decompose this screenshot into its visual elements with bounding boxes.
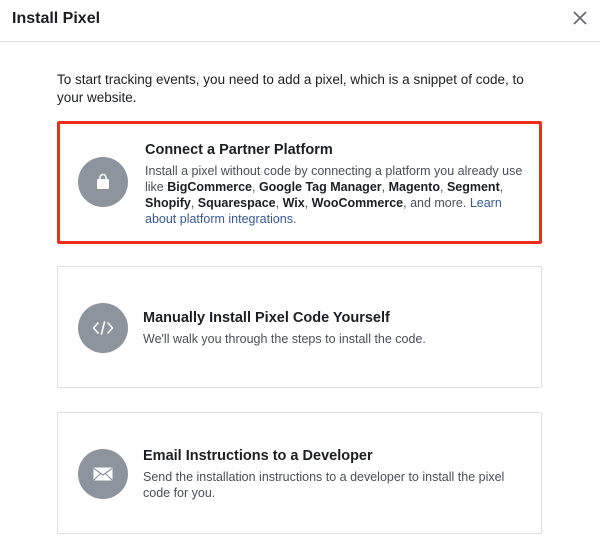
option-connect-partner-platform[interactable]: Connect a Partner Platform Install a pix… <box>57 121 542 244</box>
envelope-icon <box>93 467 113 481</box>
platform-name: Magento <box>388 180 440 194</box>
platform-name: Google Tag Manager <box>258 180 382 194</box>
platform-name: BigCommerce <box>167 180 252 194</box>
platform-name: Shopify <box>145 196 191 210</box>
code-icon-circle <box>78 303 128 353</box>
option-title: Email Instructions to a Developer <box>143 448 373 464</box>
platform-name: Squarespace <box>197 196 276 210</box>
option-description: Send the installation instructions to a … <box>143 470 505 500</box>
option-title: Manually Install Pixel Code Yourself <box>143 310 390 326</box>
dialog-title: Install Pixel <box>12 10 101 27</box>
platform-name: Wix <box>282 196 305 210</box>
platform-name: WooCommerce <box>311 196 404 210</box>
intro-text: To start tracking events, you need to ad… <box>57 72 524 105</box>
dialog-header: Install Pixel <box>0 0 600 42</box>
option-description: Install a pixel without code by connecti… <box>145 164 523 226</box>
code-icon <box>92 321 114 335</box>
option-description: We'll walk you through the steps to inst… <box>143 332 426 346</box>
option-title: Connect a Partner Platform <box>145 142 333 158</box>
platform-name: Segment <box>446 180 500 194</box>
option-email-developer[interactable]: Email Instructions to a Developer Send t… <box>57 412 542 534</box>
close-icon[interactable] <box>570 8 590 28</box>
option-manual-install[interactable]: Manually Install Pixel Code Yourself We'… <box>57 266 542 388</box>
shopping-bag-icon-circle <box>78 157 128 207</box>
envelope-icon-circle <box>78 449 128 499</box>
shopping-bag-icon <box>97 173 109 189</box>
